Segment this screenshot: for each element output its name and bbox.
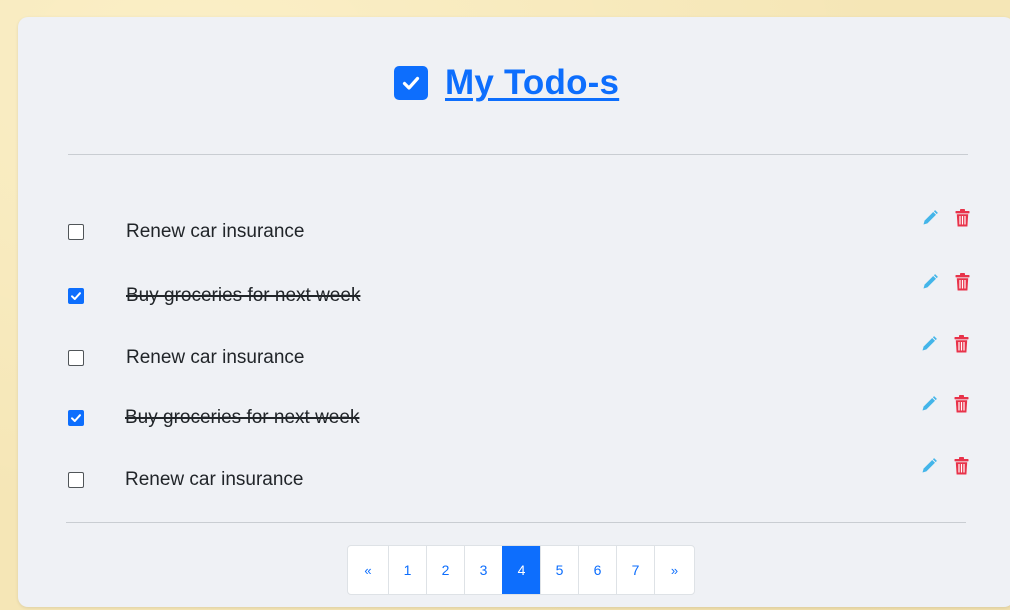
pencil-icon[interactable] xyxy=(920,395,938,418)
card-header: My Todo-s xyxy=(18,17,1010,137)
trash-icon[interactable] xyxy=(954,395,969,418)
todo-actions xyxy=(921,273,970,296)
todo-card: My Todo-s Renew car insurance Buy grocer… xyxy=(18,17,1010,607)
trash-icon[interactable] xyxy=(955,273,970,296)
checkbox-checked-icon xyxy=(394,66,428,100)
pagination-page-2[interactable]: 2 xyxy=(426,546,464,594)
pencil-icon[interactable] xyxy=(921,209,939,232)
pagination-page-6[interactable]: 6 xyxy=(578,546,616,594)
pencil-icon[interactable] xyxy=(920,457,938,480)
todo-actions xyxy=(920,335,969,358)
todo-checkbox[interactable] xyxy=(68,350,84,366)
todo-item: Buy groceries for next week xyxy=(68,273,988,317)
todo-text: Buy groceries for next week xyxy=(125,407,360,428)
pagination-page-4[interactable]: 4 xyxy=(502,546,540,594)
todo-actions xyxy=(920,395,969,418)
todo-actions xyxy=(920,457,969,480)
todo-text: Renew car insurance xyxy=(126,221,305,242)
page-title-link[interactable]: My Todo-s xyxy=(445,63,619,103)
pagination-page-7[interactable]: 7 xyxy=(616,546,654,594)
pencil-icon[interactable] xyxy=(921,273,939,296)
trash-icon[interactable] xyxy=(955,209,970,232)
todo-item: Renew car insurance xyxy=(68,209,988,253)
todo-checkbox[interactable] xyxy=(68,410,84,426)
todo-item: Buy groceries for next week xyxy=(68,395,988,439)
trash-icon[interactable] xyxy=(954,457,969,480)
pagination-next-button[interactable]: » xyxy=(654,546,694,594)
todo-checkbox[interactable] xyxy=(68,224,84,240)
todo-text: Renew car insurance xyxy=(125,469,304,490)
pencil-icon[interactable] xyxy=(920,335,938,358)
pagination-page-5[interactable]: 5 xyxy=(540,546,578,594)
todo-text: Buy groceries for next week xyxy=(126,285,361,306)
list-divider xyxy=(66,522,966,523)
pagination-page-1[interactable]: 1 xyxy=(388,546,426,594)
todo-actions xyxy=(921,209,970,232)
trash-icon[interactable] xyxy=(954,335,969,358)
todo-item: Renew car insurance xyxy=(68,457,988,501)
todo-checkbox[interactable] xyxy=(68,472,84,488)
pagination-prev-button[interactable]: « xyxy=(348,546,388,594)
todo-item: Renew car insurance xyxy=(68,335,988,379)
pagination: « 1 2 3 4 5 6 7 » xyxy=(347,545,695,595)
todo-text: Renew car insurance xyxy=(126,347,305,368)
page-title: My Todo-s xyxy=(394,59,619,107)
pagination-page-3[interactable]: 3 xyxy=(464,546,502,594)
header-divider xyxy=(68,154,968,155)
todo-checkbox[interactable] xyxy=(68,288,84,304)
